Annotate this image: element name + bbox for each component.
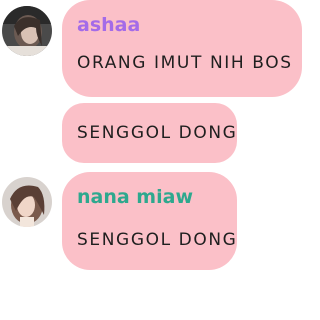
message-text-1: ORANG IMUT NIH BOS [77, 53, 293, 73]
message-bubble-3[interactable]: nana miaw SENGGOL DONG [62, 172, 237, 270]
avatar-ashaa[interactable] [2, 6, 52, 56]
message-bubble-2[interactable]: SENGGOL DONG [62, 103, 237, 163]
avatar-ashaa-icon [2, 6, 52, 56]
message-text-2: SENGGOL DONG [77, 123, 238, 143]
avatar-nana-miaw-icon [2, 177, 52, 227]
message-bubble-1[interactable]: ashaa ORANG IMUT NIH BOS [62, 0, 302, 97]
message-text-3: SENGGOL DONG [77, 230, 238, 250]
avatar-nana-miaw[interactable] [2, 177, 52, 227]
sender-name-nana-miaw[interactable]: nana miaw [77, 186, 193, 208]
sender-name-ashaa[interactable]: ashaa [77, 14, 140, 36]
